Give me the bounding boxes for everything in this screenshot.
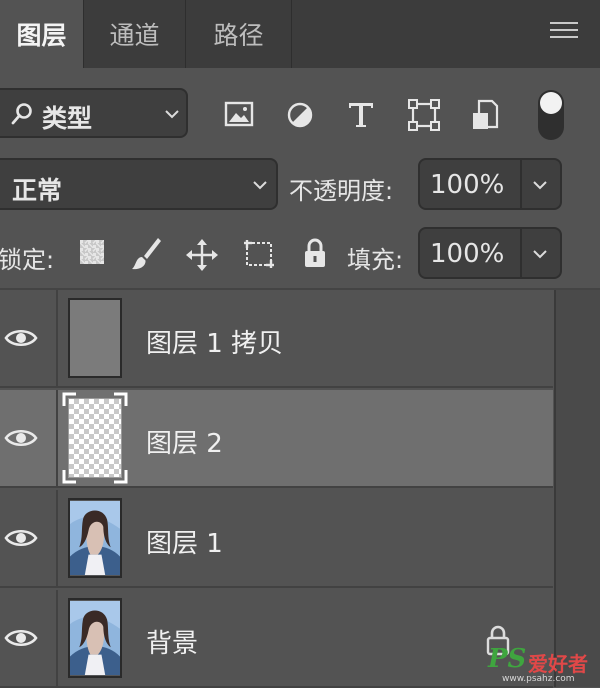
layer-name: 背景 bbox=[146, 629, 199, 659]
layer-row-background[interactable]: 背景 bbox=[0, 590, 553, 688]
lock-all-icon[interactable] bbox=[302, 237, 328, 269]
tab-layers[interactable]: 图层 bbox=[0, 0, 84, 68]
tab-paths-label: 路径 bbox=[213, 21, 264, 50]
lock-image-pixels-brush-icon[interactable] bbox=[130, 236, 162, 272]
image-filter-icon[interactable] bbox=[224, 100, 254, 128]
shape-filter-icon[interactable] bbox=[408, 99, 440, 131]
layer-row-layer-2[interactable]: 图层 2 bbox=[0, 390, 553, 488]
opacity-label: 不透明度: bbox=[289, 177, 394, 205]
adjustment-filter-icon[interactable] bbox=[286, 101, 314, 129]
lock-transparent-pixels-icon[interactable] bbox=[80, 240, 104, 264]
filter-kind-dropdown[interactable]: 类型 bbox=[0, 88, 188, 138]
eye-icon bbox=[4, 629, 38, 647]
blend-mode-dropdown[interactable]: 正常 bbox=[0, 158, 278, 210]
tab-layers-label: 图层 bbox=[16, 21, 67, 50]
eye-icon bbox=[4, 329, 38, 347]
tab-paths[interactable]: 路径 bbox=[186, 0, 292, 68]
layer-thumbnail-photo bbox=[68, 598, 122, 678]
opacity-field[interactable]: 100% bbox=[418, 158, 562, 210]
blend-mode-value: 正常 bbox=[12, 176, 63, 205]
opacity-value: 100% bbox=[430, 170, 505, 200]
fill-slider-chevron-icon[interactable] bbox=[532, 248, 548, 260]
lock-artboard-icon[interactable] bbox=[242, 238, 276, 270]
watermark-url: www.psahz.com bbox=[502, 674, 575, 684]
chevron-down-icon bbox=[253, 181, 267, 190]
selection-corners-icon bbox=[62, 392, 128, 484]
eye-icon bbox=[4, 429, 38, 447]
filter-toggle-switch[interactable] bbox=[538, 90, 564, 140]
fill-label: 填充: bbox=[347, 246, 404, 274]
panel-menu-icon[interactable] bbox=[550, 22, 578, 44]
eye-icon bbox=[4, 529, 38, 547]
smart-object-filter-icon[interactable] bbox=[470, 99, 500, 131]
opacity-slider-chevron-icon[interactable] bbox=[532, 179, 548, 191]
layer-thumbnail-photo bbox=[68, 498, 122, 578]
layer-thumbnail bbox=[68, 298, 122, 378]
tab-channels-label: 通道 bbox=[109, 21, 160, 50]
layer-visibility-toggle[interactable] bbox=[0, 390, 58, 488]
fill-field[interactable]: 100% bbox=[418, 227, 562, 279]
layer-visibility-toggle[interactable] bbox=[0, 590, 58, 688]
tab-channels[interactable]: 通道 bbox=[84, 0, 186, 68]
chevron-down-icon bbox=[165, 110, 179, 119]
lock-position-move-icon[interactable] bbox=[185, 238, 219, 272]
type-filter-icon[interactable] bbox=[346, 100, 376, 130]
layer-row-layer-1-copy[interactable]: 图层 1 拷贝 bbox=[0, 290, 553, 388]
lock-label: 锁定: bbox=[0, 246, 55, 274]
layer-visibility-toggle[interactable] bbox=[0, 490, 58, 588]
fill-value: 100% bbox=[430, 239, 505, 269]
layer-name: 图层 2 bbox=[146, 429, 223, 459]
panel-tab-bar: 图层 通道 路径 bbox=[0, 0, 600, 68]
layer-visibility-toggle[interactable] bbox=[0, 290, 58, 388]
layer-name: 图层 1 bbox=[146, 529, 223, 559]
layer-name: 图层 1 拷贝 bbox=[146, 329, 284, 359]
filter-kind-label: 类型 bbox=[42, 104, 93, 133]
layer-row-layer-1[interactable]: 图层 1 bbox=[0, 490, 553, 588]
watermark-ps-text: PS bbox=[488, 644, 527, 674]
search-icon bbox=[11, 103, 32, 125]
watermark-text: 爱好者 bbox=[528, 652, 588, 676]
watermark-logo: PS 爱好者 www.psahz.com bbox=[488, 644, 598, 686]
layers-scrollbar[interactable] bbox=[554, 290, 600, 687]
